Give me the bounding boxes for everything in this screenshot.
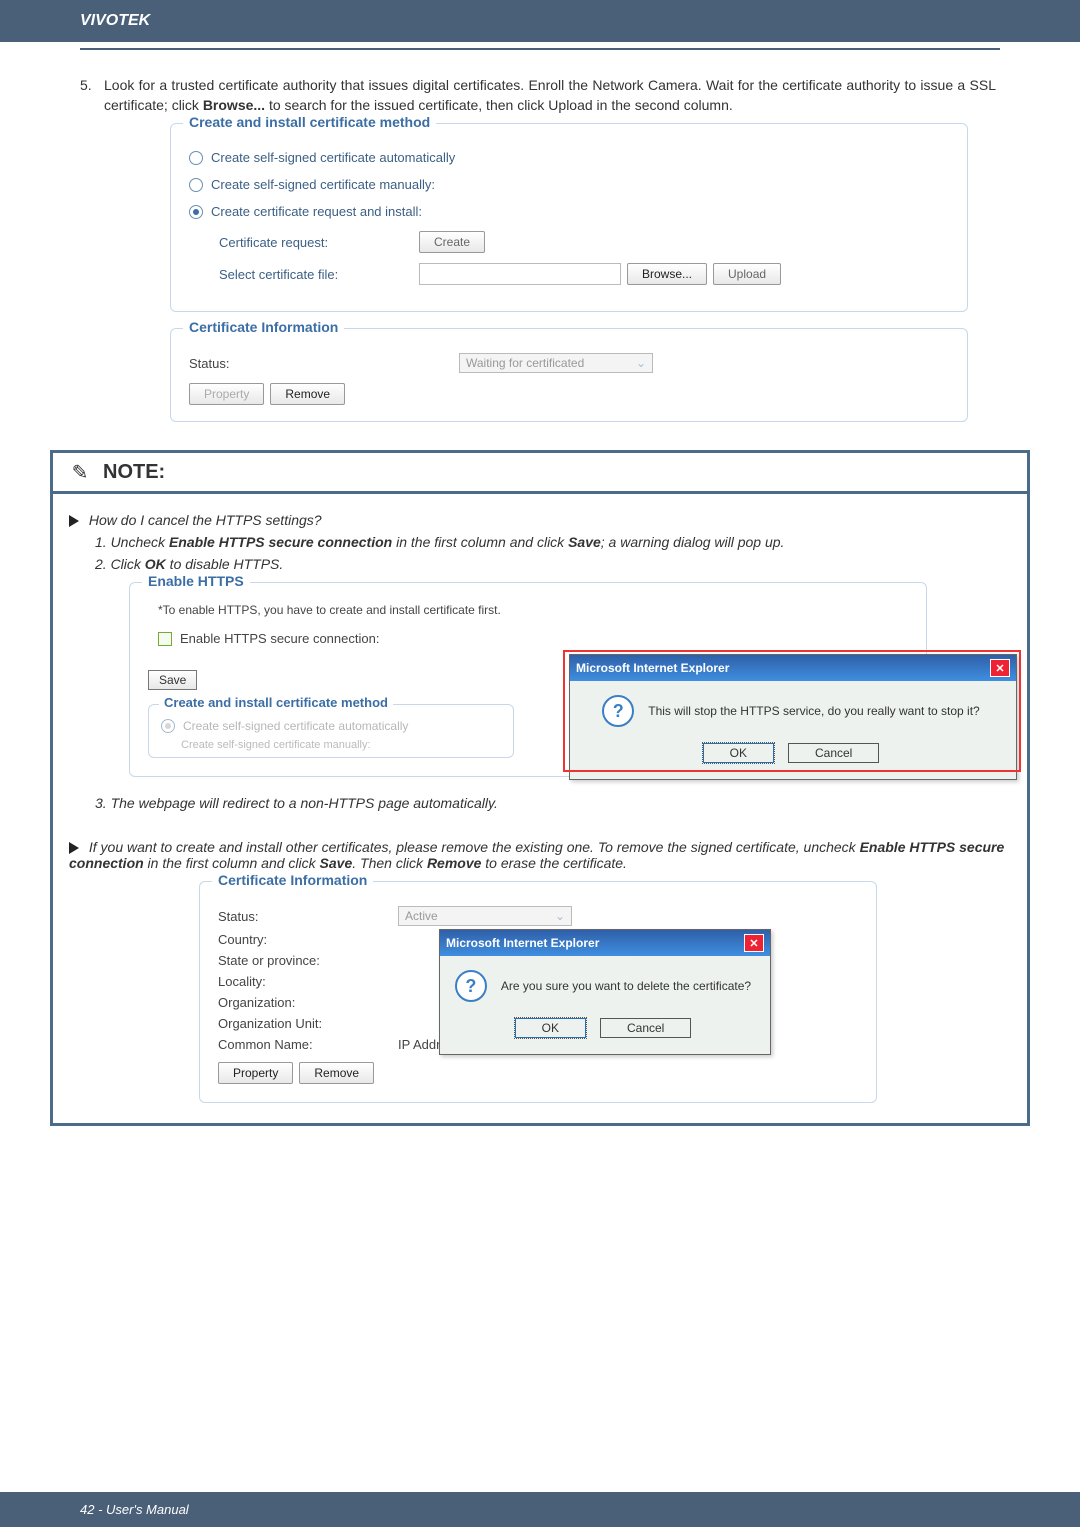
cancel-button[interactable]: Cancel: [788, 743, 879, 763]
enable-legend: Enable HTTPS: [142, 573, 250, 589]
page-footer: 42 - User's Manual: [0, 1492, 1080, 1527]
screenshot-2: Certificate Information Status: Active⌄ …: [129, 881, 1011, 1103]
file-path-input[interactable]: [419, 263, 621, 285]
ok-button[interactable]: OK: [703, 743, 774, 763]
checkbox-icon: [158, 632, 172, 646]
create-button[interactable]: Create: [419, 231, 485, 253]
radio-icon: [189, 178, 203, 192]
dialog-message: Are you sure you want to delete the cert…: [501, 979, 751, 993]
note-header: ✎ NOTE:: [53, 453, 1027, 494]
radio-auto[interactable]: Create self-signed certificate automatic…: [189, 150, 949, 165]
enable-checkbox-label: Enable HTTPS secure connection:: [180, 631, 379, 646]
dialog-message: This will stop the HTTPS service, do you…: [648, 704, 979, 718]
faq-2-text: If you want to create and install other …: [69, 839, 1004, 871]
chevron-down-icon: ⌄: [555, 909, 565, 923]
cert-info-legend: Certificate Information: [183, 319, 344, 335]
faq-step-1: 1. Uncheck Enable HTTPS secure connectio…: [95, 534, 1011, 550]
save-button[interactable]: Save: [148, 670, 197, 690]
upload-button[interactable]: Upload: [713, 263, 781, 285]
enable-hint: *To enable HTTPS, you have to create and…: [158, 603, 908, 617]
method-legend: Create and install certificate method: [159, 695, 393, 710]
step-number: 5.: [80, 76, 104, 96]
status-label: Status:: [189, 356, 339, 371]
orgunit-label: Organization Unit:: [218, 1016, 388, 1031]
status-label: Status:: [218, 909, 388, 924]
browse-button[interactable]: Browse...: [627, 263, 707, 285]
radio-auto-2: Create self-signed certificate automatic…: [161, 719, 501, 733]
cancel-button[interactable]: Cancel: [600, 1018, 691, 1038]
radio-label: Create certificate request and install:: [211, 204, 422, 219]
question-icon: ?: [602, 695, 634, 727]
radio-icon: [189, 205, 203, 219]
radio-icon: [189, 151, 203, 165]
method-subfieldset: Create and install certificate method Cr…: [148, 704, 514, 758]
cut-row: Create self-signed certificate manually:: [181, 739, 501, 751]
cert-request-row: Certificate request: Create: [219, 231, 949, 253]
faq-1: How do I cancel the HTTPS settings?: [69, 512, 1011, 528]
dialog-titlebar: Microsoft Internet Explorer ✕: [440, 930, 770, 956]
cert-method-fieldset: Create and install certificate method Cr…: [170, 123, 968, 312]
faq-step-2: 2. Click OK to disable HTTPS.: [95, 556, 1011, 572]
dialog-delete-cert: Microsoft Internet Explorer ✕ ? Are you …: [439, 929, 771, 1055]
cert-info-2-legend: Certificate Information: [212, 872, 373, 888]
step-5-paragraph: 5.Look for a trusted certificate authori…: [80, 76, 1000, 115]
cert-info-fieldset: Certificate Information Status: Waiting …: [170, 328, 968, 422]
close-icon[interactable]: ✕: [744, 934, 764, 952]
brand-header: VIVOTEK: [0, 0, 1080, 42]
radio-request[interactable]: Create certificate request and install:: [189, 204, 949, 219]
radio-manual[interactable]: Create self-signed certificate manually:: [189, 177, 949, 192]
pencil-icon: ✎: [67, 459, 93, 485]
question-icon: ?: [455, 970, 487, 1002]
brand-text: VIVOTEK: [80, 12, 150, 29]
select-file-label: Select certificate file:: [219, 267, 419, 282]
faq-step-3: 3. The webpage will redirect to a non-HT…: [95, 795, 1011, 811]
status-row: Status: Waiting for certificated ⌄: [189, 353, 949, 373]
radio-icon: [161, 719, 175, 733]
select-file-row: Select certificate file: Browse... Uploa…: [219, 263, 949, 285]
enable-checkbox-row[interactable]: Enable HTTPS secure connection:: [158, 631, 908, 646]
dialog-titlebar: Microsoft Internet Explorer ✕: [570, 655, 1016, 681]
screenshot-1: Enable HTTPS *To enable HTTPS, you have …: [129, 582, 1011, 777]
close-icon[interactable]: ✕: [990, 659, 1010, 677]
step-text: Look for a trusted certificate authority…: [104, 76, 996, 115]
state-label: State or province:: [218, 953, 388, 968]
triangle-icon: [69, 515, 79, 527]
note-title: NOTE:: [103, 461, 165, 484]
ok-button[interactable]: OK: [515, 1018, 586, 1038]
status-select: Waiting for certificated ⌄: [459, 353, 653, 373]
cn-label: Common Name:: [218, 1037, 388, 1052]
faq-question: How do I cancel the HTTPS settings?: [89, 512, 322, 528]
faq-2: If you want to create and install other …: [69, 839, 1011, 871]
remove-button-2[interactable]: Remove: [299, 1062, 374, 1084]
radio-label: Create self-signed certificate automatic…: [211, 150, 455, 165]
status-select-2: Active⌄: [398, 906, 572, 926]
radio-label: Create self-signed certificate manually:: [211, 177, 435, 192]
cert-request-label: Certificate request:: [219, 235, 419, 250]
chevron-down-icon: ⌄: [636, 356, 646, 370]
dialog-title: Microsoft Internet Explorer: [446, 936, 599, 950]
triangle-icon: [69, 842, 79, 854]
dialog-stop-https: Microsoft Internet Explorer ✕ ? This wil…: [569, 654, 1017, 780]
remove-button[interactable]: Remove: [270, 383, 345, 405]
property-button-2[interactable]: Property: [218, 1062, 293, 1084]
cert-method-legend: Create and install certificate method: [183, 114, 436, 130]
locality-label: Locality:: [218, 974, 388, 989]
dialog-title: Microsoft Internet Explorer: [576, 661, 729, 675]
country-label: Country:: [218, 932, 388, 947]
property-button[interactable]: Property: [189, 383, 264, 405]
note-box: ✎ NOTE: How do I cancel the HTTPS settin…: [50, 450, 1030, 1126]
org-label: Organization:: [218, 995, 388, 1010]
